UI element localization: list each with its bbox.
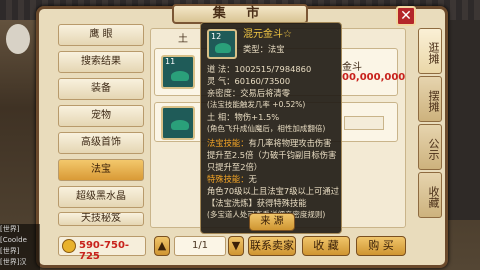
fabao-skill-label: 法宝技能：: [207, 138, 249, 148]
xiang-note: (角色飞升成仙魔后，相性加成翻倍): [207, 124, 326, 133]
page-indicator: 1/1: [174, 236, 226, 256]
category-search-results[interactable]: 搜索结果: [58, 51, 144, 73]
buy-button[interactable]: 购 买: [356, 236, 406, 256]
tab-announce[interactable]: 公示: [418, 124, 442, 170]
chat-line: [世界]汉: [0, 258, 27, 266]
window-title: 集 市: [172, 4, 308, 24]
category-label: 天技秘笈: [81, 213, 121, 224]
right-building: [444, 20, 480, 220]
category-label: 搜索结果: [81, 56, 121, 67]
page-prev-button[interactable]: ▲: [154, 236, 170, 256]
coin-icon: [62, 239, 76, 253]
row-name: 金斗: [342, 62, 362, 73]
category-label: 装备: [91, 83, 111, 94]
stat-value: 60160/73500: [234, 76, 291, 86]
special-skill-value: 无: [248, 174, 257, 184]
favorite-button[interactable]: 收 藏: [302, 236, 350, 256]
character-sprite: [6, 24, 30, 54]
tab-favorites[interactable]: 收藏: [418, 172, 442, 218]
money-value: 590-750-725: [79, 240, 130, 262]
fabao-icon: [171, 120, 189, 130]
chat-line: [世界]: [0, 247, 20, 255]
chat-panel[interactable]: [世界] [Coolde [世界] [世界]汉: [0, 224, 40, 270]
row-price: 00,000,000: [342, 72, 406, 83]
stat-label: 土 相：: [207, 112, 235, 122]
tooltip-title: 混元金斗☆: [243, 29, 292, 41]
category-label: 宠物: [91, 110, 111, 121]
fabao-icon: [171, 71, 189, 81]
tab-stall[interactable]: 摆摊: [418, 76, 442, 122]
item-tooltip: 12 混元金斗☆ 类型：法宝 道 法：1002515/7984860 灵 气：6…: [200, 22, 342, 234]
tab-browse[interactable]: 逛摊: [418, 28, 442, 74]
money-display: 590-750-725: [58, 236, 146, 262]
category-black-crystal[interactable]: 超级黑水晶: [58, 186, 144, 208]
list-header: 土: [178, 34, 188, 45]
item-slot: 11: [161, 55, 195, 89]
item-type: 类型：法宝: [243, 44, 285, 54]
category-jewelry[interactable]: 高级首饰: [58, 132, 144, 154]
stat-value: 交易后将清零: [240, 88, 290, 98]
stat-value: 物伤+1.5%: [234, 112, 280, 122]
special-skill-label: 特殊技能：: [207, 174, 249, 184]
category-label: 高级首饰: [81, 137, 121, 148]
category-skill-books[interactable]: 天技秘笈: [58, 212, 144, 226]
special-desc: 角色70级以上且法宝7级以上可通过: [207, 186, 339, 196]
category-equipment[interactable]: 装备: [58, 78, 144, 100]
category-label: 鹰 眼: [89, 29, 113, 40]
item-qty: 11: [165, 57, 176, 66]
stat-value: 1002515/7984860: [234, 64, 312, 74]
skill-rate: (法宝技能触发几率 +0.52%): [207, 100, 306, 109]
category-label: 超级黑水晶: [76, 191, 126, 202]
chat-line: [世界]: [0, 225, 20, 233]
page-next-button[interactable]: ▼: [228, 236, 244, 256]
tooltip-stats: 道 法：1002515/7984860 灵 气：60160/73500 亲密度：…: [207, 63, 339, 221]
star-icon: ☆: [283, 29, 292, 40]
tooltip-item-slot: 12: [207, 29, 237, 59]
close-icon[interactable]: ✕: [396, 6, 416, 26]
special-desc-2: 【法宝洗炼】获得特殊技能: [207, 198, 307, 208]
item-slot: [161, 106, 195, 140]
chat-line: [Coolde: [0, 236, 27, 244]
source-button[interactable]: 来 源: [249, 213, 295, 231]
row-price-box: [344, 116, 384, 130]
category-label: 法宝: [91, 164, 111, 175]
stat-label: 亲密度：: [207, 88, 241, 98]
stat-label: 灵 气：: [207, 76, 235, 86]
category-pets[interactable]: 宠物: [58, 105, 144, 127]
category-eagle-eye[interactable]: 鹰 眼: [58, 24, 144, 46]
item-name: 混元金斗: [243, 29, 283, 40]
tooltip-qty: 12: [211, 32, 222, 41]
stat-label: 道 法：: [207, 64, 235, 74]
fabao-icon: [215, 43, 231, 53]
contact-seller-button[interactable]: 联系卖家: [248, 236, 296, 256]
category-fabao[interactable]: 法宝: [58, 159, 144, 181]
